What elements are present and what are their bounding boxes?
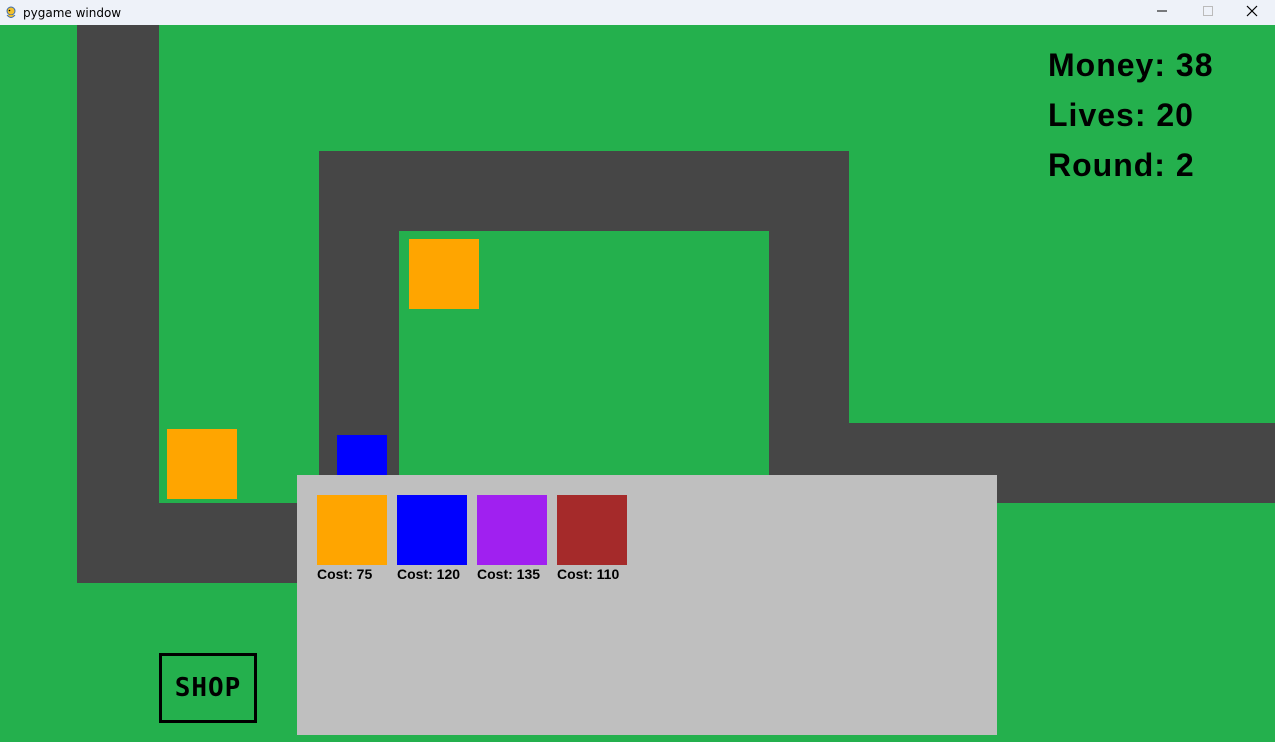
shop-item-purple-tower[interactable]: Cost: 135: [477, 495, 557, 582]
shop-item-orange-tower[interactable]: Cost: 75: [317, 495, 397, 582]
placed-tower-orange[interactable]: [167, 429, 237, 499]
shop-item-swatch[interactable]: [397, 495, 467, 565]
window-title: pygame window: [23, 5, 122, 20]
shop-item-cost: Cost: 120: [397, 566, 461, 582]
enemy-path-segment: [77, 25, 159, 583]
shop-item-swatch[interactable]: [477, 495, 547, 565]
shop-item-cost: Cost: 75: [317, 566, 373, 582]
round-counter: Round: 2: [1048, 147, 1195, 183]
window-titlebar: pygame window: [0, 0, 1275, 25]
shop-button[interactable]: SHOP: [159, 653, 257, 723]
shop-item-swatch[interactable]: [317, 495, 387, 565]
close-icon: [1246, 4, 1258, 22]
shop-item-blue-tower[interactable]: Cost: 120: [397, 495, 477, 582]
placed-tower-orange[interactable]: [409, 239, 479, 309]
lives-counter: Lives: 20: [1048, 97, 1194, 133]
money-counter: Money: 38: [1048, 47, 1214, 83]
close-button[interactable]: [1229, 0, 1275, 25]
shop-item-cost: Cost: 135: [477, 566, 541, 582]
maximize-button[interactable]: [1185, 0, 1231, 25]
shop-item-swatch[interactable]: [557, 495, 627, 565]
shop-item-cost: Cost: 110: [557, 566, 620, 582]
minimize-button[interactable]: [1139, 0, 1185, 25]
maximize-icon: [1202, 4, 1214, 22]
game-canvas[interactable]: Money: 38 Lives: 20 Round: 2 Cost: 75 Co…: [0, 25, 1275, 742]
shop-item-red-tower[interactable]: Cost: 110: [557, 495, 637, 582]
pygame-snake-icon: [4, 6, 18, 20]
minimize-icon: [1156, 4, 1168, 22]
shop-panel: Cost: 75 Cost: 120 Cost: 135 Cost: 110: [297, 475, 997, 735]
